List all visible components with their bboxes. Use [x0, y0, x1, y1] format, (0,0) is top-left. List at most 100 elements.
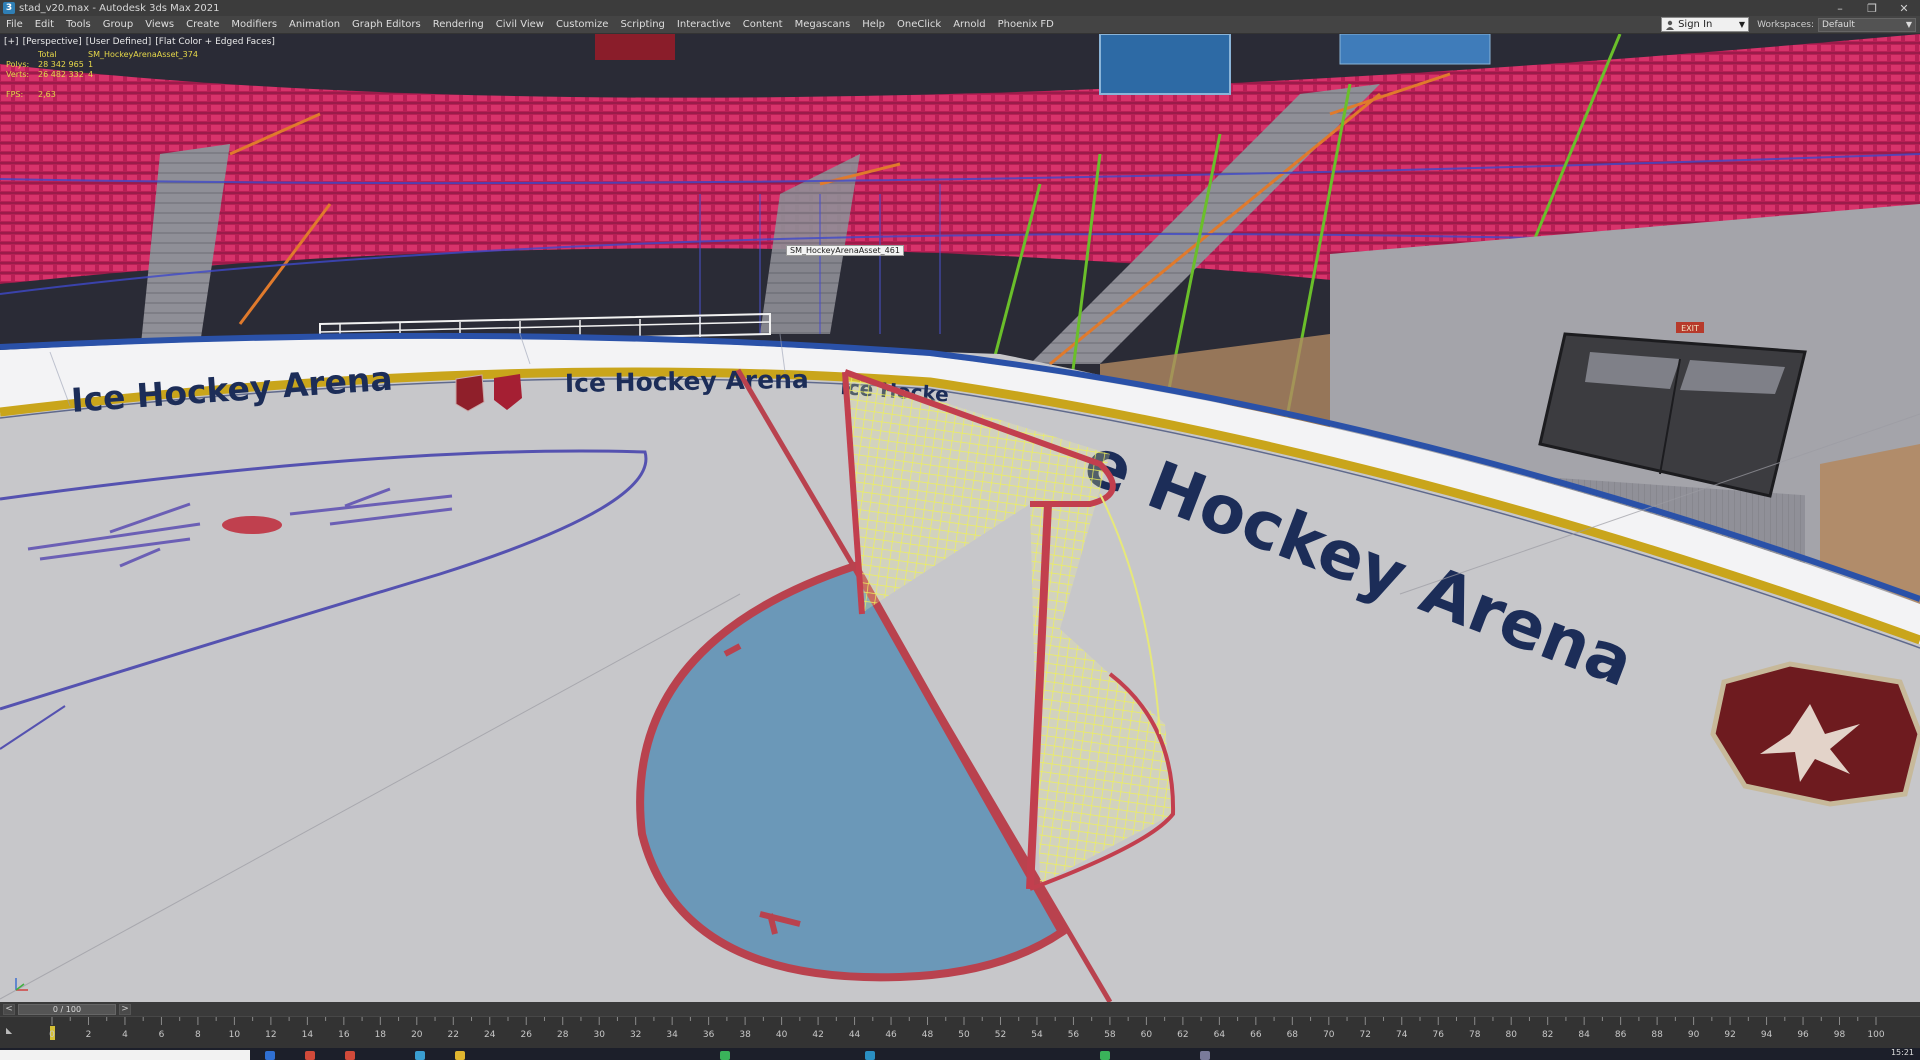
menu-create[interactable]: Create — [180, 19, 225, 30]
menu-oneclick[interactable]: OneClick — [891, 19, 947, 30]
object-name-tooltip: SM_HockeyArenaAsset_461 — [786, 245, 904, 256]
taskbar-app-icon[interactable] — [455, 1051, 465, 1060]
menu-customize[interactable]: Customize — [550, 19, 615, 30]
viewport-statistics: Total SM_HockeyArenaAsset_374 Polys: 28 34… — [6, 50, 198, 100]
ruler-tick-label: 88 — [1651, 1030, 1663, 1040]
stats-verts-total: 26 482 332 — [38, 70, 84, 79]
ruler-tick-label: 24 — [484, 1030, 496, 1040]
menu-scripting[interactable]: Scripting — [614, 19, 670, 30]
taskbar-search-box[interactable] — [0, 1050, 250, 1060]
ruler-tick-label: 96 — [1797, 1030, 1809, 1040]
ruler-tick-label: 66 — [1250, 1030, 1262, 1040]
ruler-tick-label: 28 — [557, 1030, 569, 1040]
taskbar-app-icon[interactable] — [720, 1051, 730, 1060]
ruler-tick-label: 34 — [666, 1030, 678, 1040]
menu-group[interactable]: Group — [97, 19, 139, 30]
menu-graph-editors[interactable]: Graph Editors — [346, 19, 427, 30]
ruler-tick-label: 98 — [1834, 1030, 1846, 1040]
menu-interactive[interactable]: Interactive — [671, 19, 737, 30]
ruler-tick-label: 8 — [195, 1030, 201, 1040]
ruler-tick-label: 84 — [1578, 1030, 1590, 1040]
taskbar-clock: 15:21 — [1890, 1048, 1914, 1057]
workspaces-value: Default — [1822, 19, 1855, 30]
ruler-tick-label: 40 — [776, 1030, 788, 1040]
next-frame-button[interactable]: > — [119, 1003, 131, 1015]
ruler-tick-label: 0 — [49, 1030, 55, 1040]
frame-ruler[interactable]: 0 2 4 6 8 10 12 14 16 18 20 22 24 26 28 30 32 34 36 38 40 42 4… — [44, 1017, 1884, 1049]
ruler-tick-label: 10 — [229, 1030, 241, 1040]
ruler-tick-label: 48 — [922, 1030, 934, 1040]
ruler-tick-label: 6 — [159, 1030, 165, 1040]
stats-selected-name: SM_HockeyArenaAsset_374 — [88, 50, 198, 59]
ruler-tick-label: 94 — [1761, 1030, 1773, 1040]
stats-polys-label: Polys: — [6, 60, 30, 69]
menu-civil-view[interactable]: Civil View — [490, 19, 550, 30]
viewport-lighting[interactable]: [User Defined] — [86, 37, 152, 47]
taskbar-app-icon[interactable] — [1200, 1051, 1210, 1060]
menu-help[interactable]: Help — [856, 19, 891, 30]
ruler-tick-label: 70 — [1323, 1030, 1335, 1040]
track-bar[interactable]: ◣ 0 2 4 6 8 10 12 14 16 18 20 22 24 26 28 30 32 34 36 38 40 4… — [0, 1016, 1920, 1048]
ruler-tick-label: 46 — [885, 1030, 897, 1040]
sign-in-dropdown[interactable]: Sign In ▼ — [1661, 17, 1750, 32]
menu-edit[interactable]: Edit — [29, 19, 60, 30]
ruler-tick-label: 38 — [739, 1030, 751, 1040]
taskbar-3dsmax-icon[interactable] — [865, 1051, 875, 1060]
ruler-tick-label: 100 — [1867, 1030, 1884, 1040]
3dsmax-app-icon: 3 — [3, 2, 15, 14]
perspective-viewport[interactable]: EXIT Ice Hockey Arena Ice Hockey Arena I… — [0, 34, 1920, 1002]
sign-in-label: Sign In — [1678, 19, 1713, 30]
menu-phoenix-fd[interactable]: Phoenix FD — [992, 19, 1060, 30]
ruler-tick-label: 30 — [593, 1030, 605, 1040]
stats-verts-selected: 4 — [88, 70, 94, 79]
ruler-tick-label: 16 — [338, 1030, 350, 1040]
ruler-tick-label: 62 — [1177, 1030, 1188, 1040]
taskbar-app-icon[interactable] — [305, 1051, 315, 1060]
ruler-tick-label: 60 — [1141, 1030, 1153, 1040]
ruler-tick-label: 64 — [1214, 1030, 1226, 1040]
menu-views[interactable]: Views — [139, 19, 180, 30]
restore-button[interactable]: ❐ — [1856, 0, 1888, 16]
menu-arnold[interactable]: Arnold — [947, 19, 991, 30]
minimize-button[interactable]: – — [1824, 0, 1856, 16]
ruler-tick-label: 74 — [1396, 1030, 1408, 1040]
taskbar-app-icon[interactable] — [1100, 1051, 1110, 1060]
chevron-down-icon: ▼ — [1905, 20, 1912, 29]
banner-2 — [1339, 34, 1491, 65]
track-bar-toggle-icon[interactable]: ◣ — [6, 1023, 42, 1037]
workspaces-dropdown[interactable]: Default ▼ — [1818, 17, 1916, 32]
menu-content[interactable]: Content — [737, 19, 789, 30]
taskbar-app-icon[interactable] — [265, 1051, 275, 1060]
menu-modifiers[interactable]: Modifiers — [225, 19, 283, 30]
axis-tripod-icon — [15, 978, 28, 991]
stats-verts-label: Verts: — [6, 70, 30, 79]
ruler-tick-label: 50 — [958, 1030, 970, 1040]
ruler-tick-label: 78 — [1469, 1030, 1481, 1040]
banner-3 — [595, 34, 675, 60]
time-slider-bar: < 0 / 100 > — [0, 1002, 1920, 1016]
time-slider[interactable]: 0 / 100 — [18, 1003, 116, 1015]
menu-tools[interactable]: Tools — [60, 19, 97, 30]
viewport-view-type[interactable]: [Perspective] — [23, 37, 82, 47]
menu-rendering[interactable]: Rendering — [427, 19, 490, 30]
viewport-shading-mode[interactable]: [Flat Color + Edged Faces] — [155, 37, 275, 47]
ruler-tick-label: 80 — [1505, 1030, 1517, 1040]
prev-frame-button[interactable]: < — [3, 1003, 15, 1015]
ruler-tick-label: 52 — [995, 1030, 1006, 1040]
taskbar-app-icon[interactable] — [345, 1051, 355, 1060]
ruler-tick-label: 54 — [1031, 1030, 1043, 1040]
close-button[interactable]: ✕ — [1888, 0, 1920, 16]
exit-sign-text: EXIT — [1681, 324, 1699, 333]
menu-animation[interactable]: Animation — [283, 19, 346, 30]
viewport-scene[interactable]: EXIT Ice Hockey Arena Ice Hockey Arena I… — [0, 34, 1920, 1002]
ruler-tick-label: 72 — [1360, 1030, 1371, 1040]
viewport-label[interactable]: [+] [Perspective] [User Defined] [Flat C… — [4, 37, 275, 47]
viewport-menu-plus[interactable]: [+] — [4, 37, 19, 47]
window-controls: – ❐ ✕ — [1824, 0, 1920, 16]
user-icon — [1666, 20, 1675, 30]
workspaces-label: Workspaces: — [1757, 19, 1814, 30]
board-text-2: Ice Hockey Arena — [565, 365, 809, 398]
taskbar-app-icon[interactable] — [415, 1051, 425, 1060]
menu-megascans[interactable]: Megascans — [789, 19, 857, 30]
menu-file[interactable]: File — [0, 19, 29, 30]
